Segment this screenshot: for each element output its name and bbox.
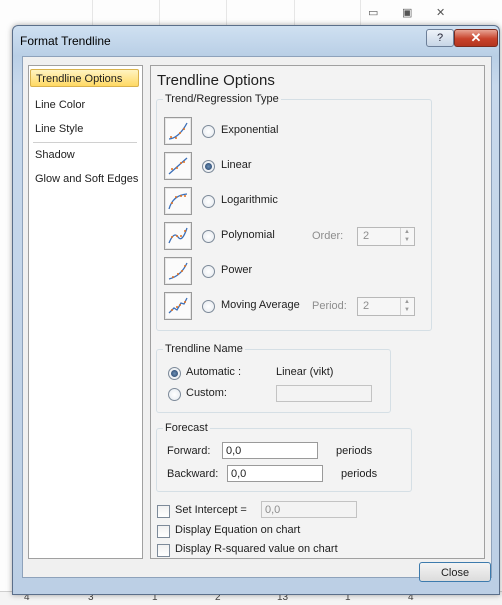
forward-periods-label: periods (336, 445, 373, 457)
nav-item-shadow[interactable]: Shadow (35, 146, 75, 164)
order-spinner-arrows[interactable]: ▲ ▼ (400, 228, 414, 245)
nav-item-line-style[interactable]: Line Style (35, 120, 83, 138)
logarithmic-radio[interactable] (202, 195, 215, 208)
automatic-name-radio[interactable] (168, 367, 181, 380)
power-label[interactable]: Power (221, 264, 252, 276)
dialog-title: Format Trendline (20, 34, 111, 48)
forecast-group-label: Forecast (163, 422, 210, 434)
app-window-controls: ▭ ▣ ✕ (360, 6, 490, 22)
format-trendline-dialog: Format Trendline ? ✕ Trendline Options L… (12, 25, 500, 595)
trendline-name-group: Trendline Name Automatic : Linear (vikt)… (156, 343, 391, 413)
logarithmic-trend-icon (164, 187, 192, 215)
category-nav: Trendline Options Line Color Line Style … (28, 65, 143, 559)
intercept-input[interactable]: 0,0 (261, 501, 357, 518)
linear-trend-icon (164, 152, 192, 180)
period-spinner[interactable]: 2 ▲ ▼ (357, 297, 415, 316)
custom-name-input[interactable] (276, 385, 372, 402)
power-radio[interactable] (202, 265, 215, 278)
moving-average-radio[interactable] (202, 300, 215, 313)
close-icon[interactable]: ✕ (436, 6, 445, 19)
linear-label[interactable]: Linear (221, 159, 252, 171)
automatic-name-value: Linear (vikt) (276, 366, 334, 378)
custom-name-radio[interactable] (168, 388, 181, 401)
logarithmic-label[interactable]: Logarithmic (221, 194, 278, 206)
pane-title: Trendline Options (157, 72, 275, 89)
close-button[interactable]: Close (419, 562, 491, 582)
backward-input[interactable]: 0,0 (227, 465, 323, 482)
restore-icon[interactable]: ▣ (402, 6, 412, 19)
display-equation-label[interactable]: Display Equation on chart (175, 524, 300, 536)
forward-label: Forward: (167, 445, 211, 457)
trend-type-group-label: Trend/Regression Type (163, 93, 281, 105)
forecast-group: Forecast Forward: 0,0 periods Backward: … (156, 422, 412, 492)
set-intercept-checkbox[interactable] (157, 505, 170, 518)
backward-label: Backward: (167, 468, 219, 480)
nav-separator (33, 142, 137, 143)
polynomial-trend-icon (164, 222, 192, 250)
exponential-trend-icon (164, 117, 192, 145)
display-equation-checkbox[interactable] (157, 525, 170, 538)
exponential-label[interactable]: Exponential (221, 124, 279, 136)
power-trend-icon (164, 257, 192, 285)
dialog-client-area: Trendline Options Line Color Line Style … (22, 56, 492, 582)
display-rsquared-checkbox[interactable] (157, 544, 170, 557)
trend-type-group: Trend/Regression Type Exponential Linear (156, 93, 432, 331)
dialog-close-button[interactable]: ✕ (454, 29, 498, 47)
moving-average-trend-icon (164, 292, 192, 320)
nav-item-glow-soft-edges[interactable]: Glow and Soft Edges (35, 170, 138, 188)
linear-radio[interactable] (202, 160, 215, 173)
trendline-name-group-label: Trendline Name (163, 343, 245, 355)
display-rsquared-label[interactable]: Display R-squared value on chart (175, 543, 338, 555)
polynomial-label[interactable]: Polynomial (221, 229, 275, 241)
nav-item-trendline-options[interactable]: Trendline Options (30, 69, 139, 87)
backward-periods-label: periods (341, 468, 378, 480)
order-label: Order: (312, 230, 344, 242)
trendline-options-pane: Trendline Options Trend/Regression Type … (150, 65, 485, 559)
order-value: 2 (363, 230, 370, 242)
minimize-icon[interactable]: ▭ (368, 6, 378, 19)
period-label: Period: (312, 300, 347, 312)
period-value: 2 (363, 300, 370, 312)
automatic-name-label[interactable]: Automatic : (186, 366, 241, 378)
nav-item-line-color[interactable]: Line Color (35, 96, 85, 114)
custom-name-label[interactable]: Custom: (186, 387, 227, 399)
polynomial-radio[interactable] (202, 230, 215, 243)
set-intercept-label[interactable]: Set Intercept = (175, 504, 247, 516)
help-button[interactable]: ? (426, 29, 454, 47)
forward-input[interactable]: 0,0 (222, 442, 318, 459)
exponential-radio[interactable] (202, 125, 215, 138)
order-spinner[interactable]: 2 ▲ ▼ (357, 227, 415, 246)
moving-average-label[interactable]: Moving Average (221, 299, 300, 311)
period-spinner-arrows[interactable]: ▲ ▼ (400, 298, 414, 315)
